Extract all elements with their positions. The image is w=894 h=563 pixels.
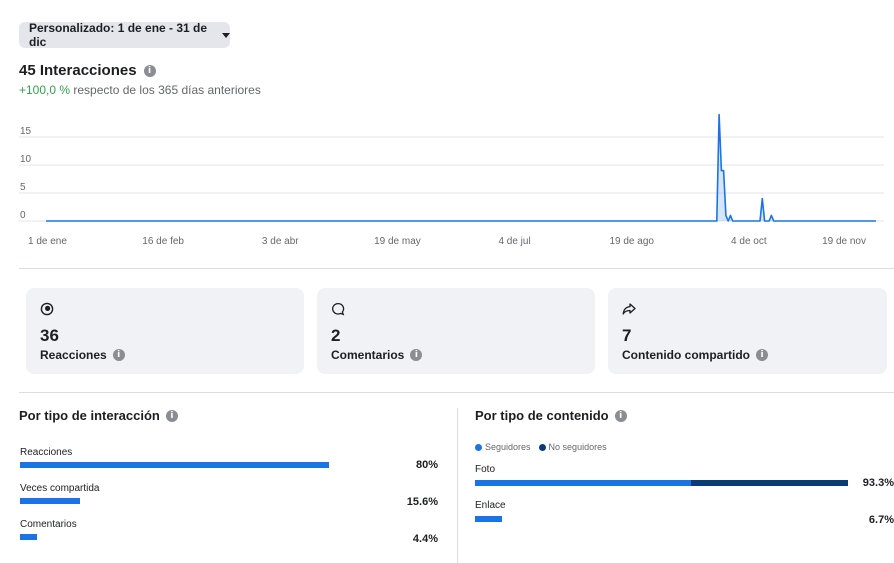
interaction-bar bbox=[20, 498, 81, 504]
interactions-total: 45 Interacciones bbox=[19, 62, 137, 79]
content-bar-followers bbox=[475, 480, 692, 486]
interaction-percent: 80% bbox=[415, 459, 438, 471]
legend-item-followers: Seguidores bbox=[475, 442, 531, 452]
content-legend: Seguidores No seguidores bbox=[475, 442, 615, 452]
info-icon[interactable]: i bbox=[756, 349, 768, 361]
series-line bbox=[46, 113, 876, 222]
comments-label: Comentarios i bbox=[331, 348, 423, 362]
date-range-label: Personalizado: 1 de ene - 31 de dic bbox=[29, 21, 208, 49]
comments-label-text: Comentarios bbox=[331, 348, 405, 362]
content-row-label: Enlace bbox=[475, 500, 506, 511]
interaction-row-label: Reacciones bbox=[20, 447, 73, 458]
interaction-percent: 4.4% bbox=[412, 533, 438, 545]
x-tick-label: 4 de oct bbox=[731, 236, 767, 247]
y-tick-label: 0 bbox=[20, 210, 26, 221]
info-icon[interactable]: i bbox=[410, 349, 423, 361]
y-tick-label: 5 bbox=[20, 182, 26, 193]
share-icon bbox=[622, 302, 636, 321]
info-icon[interactable]: i bbox=[165, 409, 178, 422]
interactions-chart: 0 5 10 15 1 de ene 16 de feb 3 de abr 19 de may… bbox=[19, 113, 884, 247]
comment-icon bbox=[331, 302, 345, 321]
x-tick-label: 19 de nov bbox=[822, 236, 866, 247]
reactions-label: Reacciones i bbox=[40, 348, 125, 362]
card-comments: 2 Comentarios i bbox=[317, 288, 595, 374]
interaction-row-label: Veces compartida bbox=[20, 483, 100, 494]
by-interaction-title-text: Por tipo de interacción bbox=[19, 408, 160, 423]
by-content-title-text: Por tipo de contenido bbox=[475, 408, 609, 423]
shares-label-text: Contenido compartido bbox=[622, 348, 750, 362]
reactions-count: 36 bbox=[40, 326, 59, 345]
y-tick-label: 15 bbox=[20, 126, 32, 137]
comparison-text: +100,0 % respecto de los 365 días anteri… bbox=[19, 83, 261, 97]
interaction-row-label: Comentarios bbox=[20, 519, 77, 530]
info-icon[interactable]: i bbox=[143, 64, 156, 77]
info-icon[interactable]: i bbox=[112, 349, 125, 361]
change-value: +100,0 % bbox=[19, 83, 71, 97]
info-icon[interactable]: i bbox=[614, 409, 627, 422]
caret-down-icon bbox=[222, 32, 230, 38]
x-tick-label: 19 de may bbox=[374, 236, 421, 247]
content-percent: 93.3% bbox=[862, 477, 894, 489]
series-area bbox=[46, 114, 876, 221]
legend-label: No seguidores bbox=[548, 442, 607, 452]
x-tick-label: 3 de abr bbox=[262, 236, 299, 247]
reactions-icon bbox=[40, 302, 54, 321]
date-range-dropdown[interactable]: Personalizado: 1 de ene - 31 de dic bbox=[19, 21, 230, 49]
shares-count: 7 bbox=[622, 326, 632, 345]
card-reactions: 36 Reacciones i bbox=[26, 288, 304, 374]
legend-dot-icon bbox=[538, 443, 546, 451]
reactions-label-text: Reacciones bbox=[40, 348, 107, 362]
divider bbox=[19, 268, 894, 269]
x-tick-label: 19 de ago bbox=[609, 236, 654, 247]
section-divider bbox=[457, 408, 458, 563]
interaction-percent: 15.6% bbox=[406, 496, 438, 508]
legend-item-non-followers: No seguidores bbox=[538, 442, 607, 452]
interactions-title: 45 Interacciones i bbox=[19, 62, 156, 79]
legend-dot-icon bbox=[475, 443, 482, 451]
x-tick-label: 4 de jul bbox=[498, 236, 530, 247]
x-tick-label: 1 de ene bbox=[28, 236, 67, 247]
legend-label: Seguidores bbox=[485, 442, 531, 452]
change-description: respecto de los 365 días anteriores bbox=[73, 83, 261, 97]
by-content-title: Por tipo de contenido i bbox=[475, 408, 627, 423]
comments-count: 2 bbox=[331, 326, 341, 345]
x-tick-label: 16 de feb bbox=[142, 236, 184, 247]
interaction-bar bbox=[20, 534, 37, 540]
shares-label: Contenido compartido i bbox=[622, 348, 768, 362]
content-bar-followers bbox=[475, 516, 502, 522]
content-percent: 6.7% bbox=[868, 514, 894, 526]
content-bar-non-followers bbox=[691, 480, 849, 486]
content-row-label: Foto bbox=[475, 464, 496, 475]
by-interaction-title: Por tipo de interacción i bbox=[19, 408, 178, 423]
divider bbox=[19, 392, 894, 393]
y-tick-label: 10 bbox=[20, 154, 32, 165]
interaction-bar bbox=[20, 462, 329, 468]
card-shares: 7 Contenido compartido i bbox=[608, 288, 887, 374]
